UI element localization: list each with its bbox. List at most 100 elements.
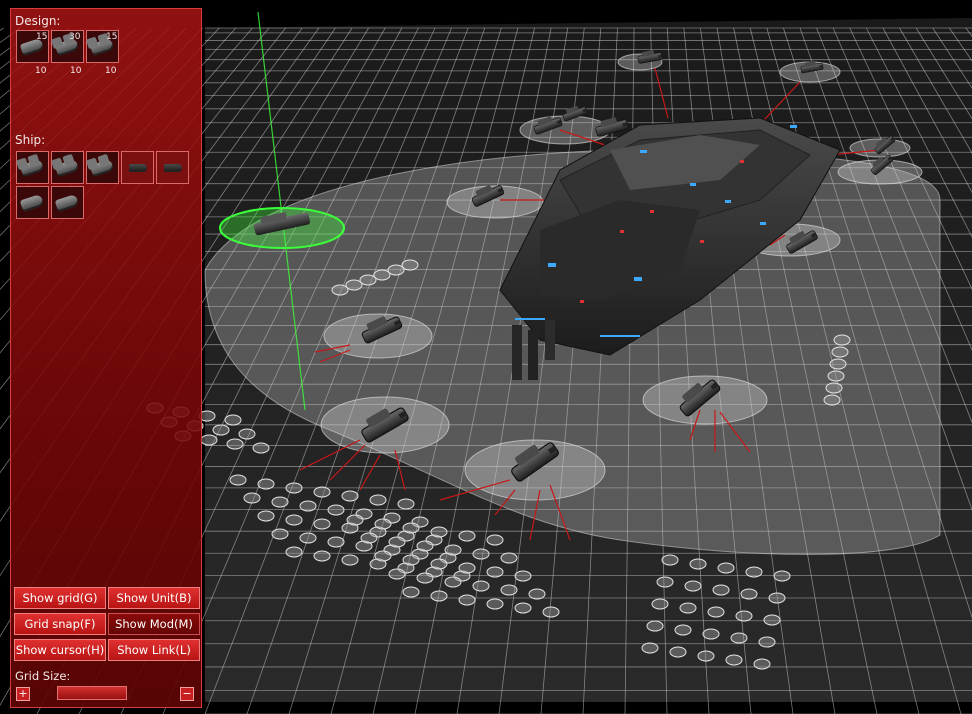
unit-slot-marker xyxy=(430,590,448,602)
unit-slot-marker xyxy=(359,274,377,286)
grid-size-label: Grid Size: xyxy=(15,669,71,683)
unit-slot-marker xyxy=(271,528,289,540)
unit-slot-marker xyxy=(299,532,317,544)
unit-slot-marker xyxy=(285,482,303,494)
unit-slot-marker xyxy=(735,610,753,622)
unit-slot-marker xyxy=(360,532,378,544)
unit-slot-marker xyxy=(257,478,275,490)
unit-slot-marker xyxy=(829,358,847,370)
design-count-top: 30 xyxy=(69,32,81,42)
unit-slot-marker xyxy=(271,496,289,508)
design-count-bottom: 10 xyxy=(70,66,82,76)
unit-slot-marker xyxy=(528,588,546,600)
unit-slot-marker xyxy=(679,602,697,614)
unit-slot-marker xyxy=(740,588,758,600)
ship-slot-1[interactable] xyxy=(16,151,49,184)
unit-slot-marker xyxy=(444,576,462,588)
squadron-ship-icon xyxy=(89,158,115,178)
unit-slot-marker xyxy=(212,424,230,436)
unit-slot-marker xyxy=(646,620,664,632)
unit-slot-marker xyxy=(833,334,851,346)
unit-slot-marker xyxy=(430,526,448,538)
ship-slot-6[interactable] xyxy=(16,186,49,219)
unit-slot-marker xyxy=(327,504,345,516)
unit-slot-marker xyxy=(313,550,331,562)
unit-slot-marker xyxy=(831,346,849,358)
show-unit-button[interactable]: Show Unit(B) xyxy=(108,587,200,609)
unit-slot-marker xyxy=(753,658,771,670)
unit-slot-marker xyxy=(313,518,331,530)
unit-slot-marker xyxy=(257,510,275,522)
unit-slot-marker xyxy=(243,492,261,504)
ship-slot-3[interactable] xyxy=(86,151,119,184)
unit-slot-marker xyxy=(745,566,763,578)
frigate-ship-icon xyxy=(54,193,80,213)
unit-slot-marker xyxy=(341,490,359,502)
unit-slot-marker xyxy=(712,584,730,596)
unit-slot-marker xyxy=(252,442,270,454)
fighter-ship-icon xyxy=(164,164,182,172)
design-count-top: 15 xyxy=(36,32,48,42)
unit-slot-marker xyxy=(697,650,715,662)
unit-slot-marker xyxy=(542,606,560,618)
unit-slot-marker xyxy=(674,624,692,636)
grid-size-slider[interactable] xyxy=(57,686,127,700)
squadron-ship-icon xyxy=(54,158,80,178)
unit-slot-marker xyxy=(725,654,743,666)
unit-slot-marker xyxy=(226,438,244,450)
unit-slot-marker xyxy=(299,500,317,512)
unit-slot-marker xyxy=(402,554,420,566)
unit-slot-marker xyxy=(500,584,518,596)
unit-slot-marker xyxy=(373,269,391,281)
ship-slot-5[interactable] xyxy=(156,151,189,184)
unit-slot-marker xyxy=(458,562,476,574)
unit-slot-marker xyxy=(825,382,843,394)
unit-slot-marker xyxy=(444,544,462,556)
ship-slot-7[interactable] xyxy=(51,186,84,219)
unit-slot-marker xyxy=(285,546,303,558)
editor-panel: Design: 15 10 30 10 15 10 Ship: Show gri… xyxy=(10,8,202,708)
fighter-ship-icon xyxy=(129,164,147,172)
unit-slot-marker xyxy=(684,580,702,592)
design-label: Design: xyxy=(15,14,61,28)
ship-label: Ship: xyxy=(15,133,46,147)
unit-slot-marker xyxy=(341,554,359,566)
unit-slot-marker xyxy=(229,474,247,486)
unit-slot-marker xyxy=(387,264,405,276)
grid-snap-button[interactable]: Grid snap(F) xyxy=(14,613,106,635)
unit-slot-marker xyxy=(758,636,776,648)
ship-slot-4[interactable] xyxy=(121,151,154,184)
unit-slot-marker xyxy=(374,518,392,530)
unit-slot-marker xyxy=(661,554,679,566)
unit-slot-marker xyxy=(388,536,406,548)
show-mod-button[interactable]: Show Mod(M) xyxy=(108,613,200,635)
unit-slot-marker xyxy=(402,522,420,534)
unit-slot-marker xyxy=(416,572,434,584)
unit-slot-marker xyxy=(416,540,434,552)
grid-size-decrease-button[interactable]: − xyxy=(180,687,194,701)
show-link-button[interactable]: Show Link(L) xyxy=(108,639,200,661)
unit-slot-marker xyxy=(707,606,725,618)
unit-slot-marker xyxy=(430,558,448,570)
unit-slot-marker xyxy=(401,259,419,271)
unit-slot-marker xyxy=(397,498,415,510)
design-count-top: 15 xyxy=(106,32,118,42)
design-count-bottom: 10 xyxy=(105,66,117,76)
unit-slot-marker xyxy=(331,284,349,296)
unit-slot-marker xyxy=(768,592,786,604)
grid-size-increase-button[interactable]: + xyxy=(16,687,30,701)
unit-slot-marker xyxy=(669,646,687,658)
show-grid-button[interactable]: Show grid(G) xyxy=(14,587,106,609)
unit-slot-marker xyxy=(388,568,406,580)
unit-slot-marker xyxy=(458,530,476,542)
unit-slot-marker xyxy=(689,558,707,570)
show-cursor-button[interactable]: Show cursor(H) xyxy=(14,639,106,661)
unit-slot-marker xyxy=(763,614,781,626)
ship-slot-2[interactable] xyxy=(51,151,84,184)
unit-slot-marker xyxy=(458,594,476,606)
unit-slot-marker xyxy=(823,394,841,406)
unit-slot-marker xyxy=(200,434,218,446)
unit-slot-marker xyxy=(472,548,490,560)
design-count-bottom: 10 xyxy=(35,66,47,76)
unit-slot-marker xyxy=(486,566,504,578)
